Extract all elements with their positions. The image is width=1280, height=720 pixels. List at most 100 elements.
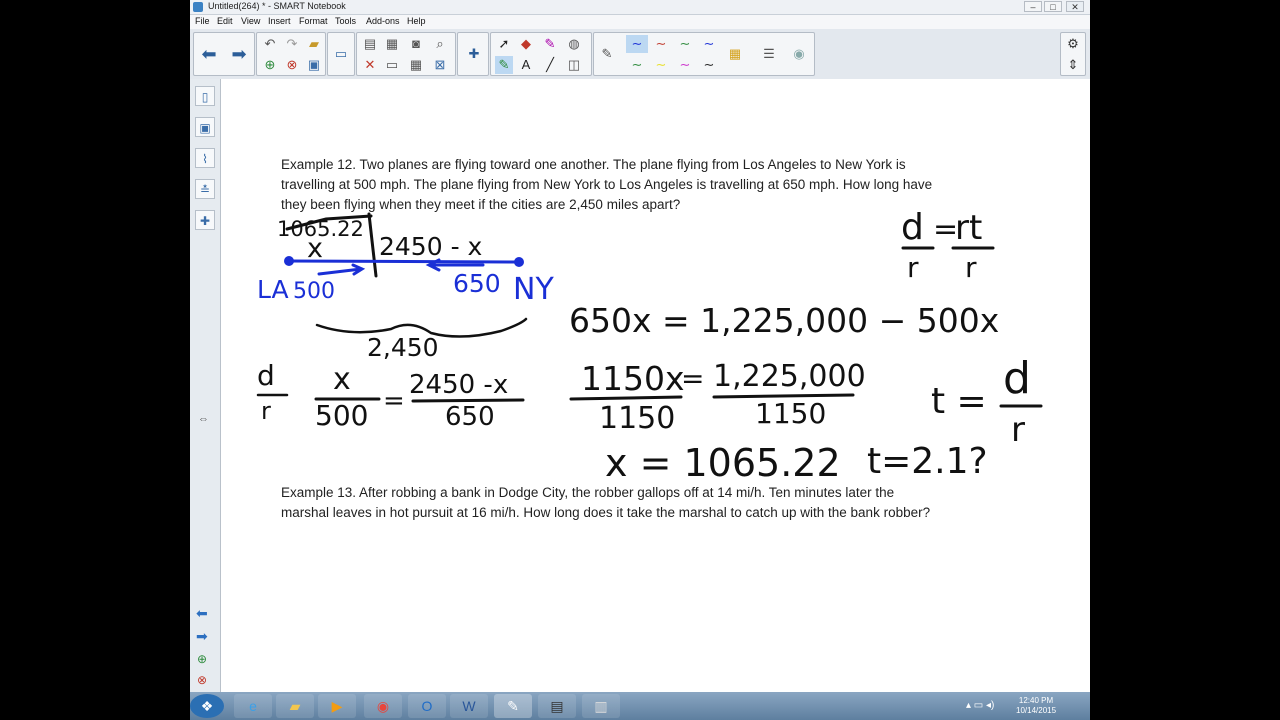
addons-tab-icon[interactable]: ✚	[195, 210, 215, 230]
display-group: ▭	[327, 32, 355, 76]
gallery-icon[interactable]: ▣	[195, 117, 215, 137]
cut-icon[interactable]: ✕	[361, 56, 379, 74]
menu-help[interactable]: Help	[407, 16, 426, 26]
attachments-icon[interactable]: ⌇	[195, 148, 215, 168]
pen-style-navy-icon[interactable]: ∼	[698, 35, 720, 53]
text-icon[interactable]: A	[517, 56, 535, 74]
nav-group: ⬅ ➡	[193, 32, 255, 76]
move-right-icon[interactable]: ➡	[196, 628, 208, 645]
formula-r-left-ink: r	[907, 251, 919, 284]
word-icon[interactable]: W	[450, 694, 488, 718]
table-icon[interactable]: ▦	[407, 56, 425, 74]
pen-style-magenta-icon[interactable]: ∼	[674, 56, 696, 74]
redo-icon[interactable]: ↷	[283, 35, 301, 53]
t-partial-ink: t=2.1?	[867, 441, 988, 482]
document-camera-task-icon[interactable]: ▤	[538, 694, 576, 718]
right-frac-den-ink: 650	[445, 402, 495, 432]
undo-icon[interactable]: ↶	[261, 35, 279, 53]
pens-icon[interactable]: ✎	[495, 56, 513, 74]
magnifier-icon[interactable]: ⌕	[431, 35, 449, 53]
t-frac-r-ink: r	[1011, 410, 1025, 450]
full-screen-icon[interactable]: ▭	[383, 56, 401, 74]
capture-icon[interactable]: ▦	[383, 35, 401, 53]
delete-page-icon[interactable]: ⊗	[283, 56, 301, 74]
la-label-ink: LA	[257, 275, 289, 304]
left-frac-den-ink: 500	[315, 399, 368, 432]
line-style-icon[interactable]: ☰	[760, 45, 778, 63]
smart-notebook-task-icon[interactable]: ✎	[494, 694, 532, 718]
remaining-ink: 2450 - x	[379, 232, 482, 261]
properties-icon[interactable]: ≛	[195, 179, 215, 199]
open-folder-icon[interactable]: ▰	[305, 35, 323, 53]
right-frac-num-ink: 2450 -x	[409, 370, 508, 400]
clipboard-group: ▤ ▦ ◙ ⌕ ✕ ▭ ▦ ⊠	[356, 32, 456, 76]
fraction3-equals-ink: =	[681, 362, 704, 395]
maximize-button[interactable]: □	[1044, 1, 1062, 12]
settings-group: ⚙ ⇕	[1060, 32, 1086, 76]
paste-icon[interactable]: ▤	[361, 35, 379, 53]
la-arrow	[317, 263, 366, 276]
transparency-icon[interactable]: ◉	[790, 45, 808, 63]
move-left-icon[interactable]: ⬅	[196, 605, 208, 622]
internet-explorer-icon[interactable]: e	[234, 694, 272, 718]
page-sorter-icon[interactable]: ▯	[195, 86, 215, 106]
outlook-icon[interactable]: O	[408, 694, 446, 718]
pen-style-green-icon[interactable]: ∼	[674, 35, 696, 53]
side-tabs: ▯ ▣ ⌇ ≛ ✚ ⇔ ⬅ ➡ ⊕ ⊗	[190, 79, 221, 692]
smart-tools-task-icon[interactable]: ▥	[582, 694, 620, 718]
menu-file[interactable]: File	[195, 16, 210, 26]
resize-handle-icon[interactable]: ⇔	[198, 413, 209, 425]
route-line	[287, 259, 521, 264]
media-player-icon[interactable]: ▶	[318, 694, 356, 718]
system-clock[interactable]: 12:40 PM 10/14/2015	[1016, 696, 1056, 716]
menu-format[interactable]: Format	[299, 16, 328, 26]
document-camera-icon[interactable]: ◙	[407, 35, 425, 53]
delete-page-side-icon[interactable]: ⊗	[197, 673, 207, 687]
gear-icon[interactable]: ⚙	[1064, 35, 1082, 53]
formula-rt-ink: rt	[955, 208, 982, 248]
close-button[interactable]: ✕	[1066, 1, 1084, 12]
t-frac-d-ink: d	[1003, 353, 1031, 404]
menu-edit[interactable]: Edit	[217, 16, 233, 26]
tray-icons[interactable]: ▴ ▭ ◂)	[966, 700, 994, 711]
menu-tools[interactable]: Tools	[335, 16, 356, 26]
line-icon[interactable]: ╱	[541, 56, 559, 74]
menu-insert[interactable]: Insert	[268, 16, 291, 26]
left-frac-num-ink: x	[333, 362, 351, 397]
pen-style-teal-icon[interactable]: ∼	[626, 56, 648, 74]
next-page-icon[interactable]: ➡	[230, 45, 248, 63]
toolbar: ⬅ ➡ ↶ ↷ ▰ ⊕ ⊗ ▣ ▭ ▤ ▦ ◙ ⌕ ✕ ▭ ▦ ⊠ ✚ ➚ ◆ …	[190, 29, 1090, 80]
pen-style-red-icon[interactable]: ∼	[650, 35, 672, 53]
select-icon[interactable]: ➚	[495, 35, 513, 53]
pen-style-black-icon[interactable]: ∼	[698, 56, 720, 74]
dr-r-ink: r	[261, 397, 271, 425]
previous-page-icon[interactable]: ⬅	[200, 45, 218, 63]
eraser-icon[interactable]: ◫	[565, 56, 583, 74]
color-palette-icon[interactable]: ▦	[726, 45, 744, 63]
menu-addons[interactable]: Add-ons	[366, 16, 400, 26]
start-button-icon[interactable]: ❖	[190, 694, 224, 718]
clock-date: 10/14/2015	[1016, 706, 1057, 715]
tools-group: ➚ ◆ ✎ ◍ ✎ A ╱ ◫	[490, 32, 592, 76]
move-toolbar-icon[interactable]: ⇕	[1064, 56, 1082, 74]
chrome-icon[interactable]: ◉	[364, 694, 402, 718]
notebook-page[interactable]: Example 12. Two planes are flying toward…	[221, 79, 1090, 692]
add-page-side-icon[interactable]: ⊕	[197, 652, 207, 666]
clear-page-icon[interactable]: ⊠	[431, 56, 449, 74]
minimize-button[interactable]: –	[1024, 1, 1042, 12]
menu-view[interactable]: View	[241, 16, 260, 26]
pen-icon[interactable]: ✎	[598, 45, 616, 63]
addons-group: ✚	[457, 32, 489, 76]
add-page-icon[interactable]: ⊕	[261, 56, 279, 74]
pen-style-blue-icon[interactable]: ∼	[626, 35, 648, 53]
creative-pen-icon[interactable]: ✎	[541, 35, 559, 53]
file-explorer-icon[interactable]: ▰	[276, 694, 314, 718]
save-icon[interactable]: ▣	[305, 56, 323, 74]
shape-icon[interactable]: ◆	[517, 35, 535, 53]
highlighter-yellow-icon[interactable]: ∼	[650, 56, 672, 74]
window-title: Untitled(264) * - SMART Notebook	[208, 1, 346, 11]
addon-icon[interactable]: ✚	[465, 45, 483, 63]
fraction3-den-ink: 1150	[599, 401, 675, 436]
screen-shade-icon[interactable]: ▭	[332, 45, 350, 63]
fill-icon[interactable]: ◍	[565, 35, 583, 53]
